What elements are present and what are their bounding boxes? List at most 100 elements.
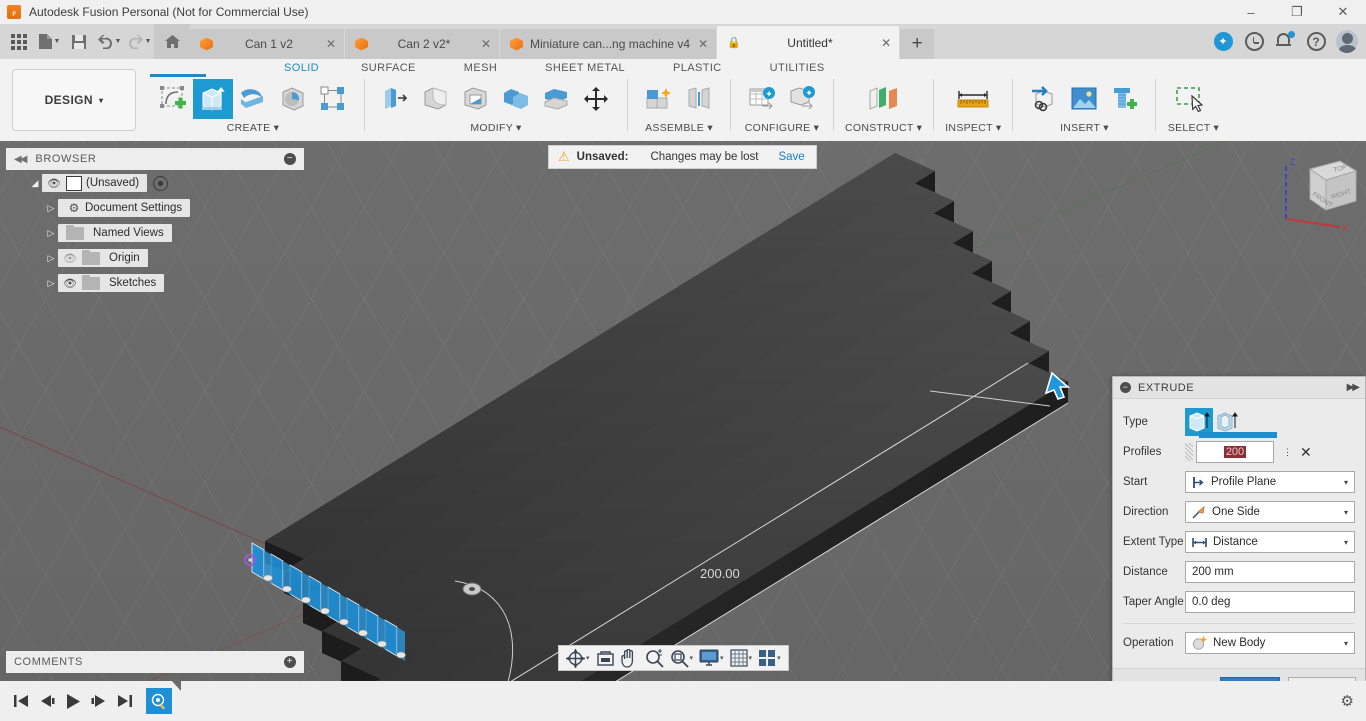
visibility-eye-icon[interactable]: 👁 (58, 277, 82, 290)
visibility-eye-icon[interactable]: 👁 (42, 177, 66, 190)
account-avatar[interactable] (1336, 30, 1358, 53)
joint-button[interactable] (679, 79, 719, 119)
create-panel-label[interactable]: CREATE ▾ (227, 122, 279, 134)
viewports-icon[interactable]: ▾ (756, 647, 783, 669)
chevron-down-icon[interactable]: ▾ (586, 654, 590, 662)
insert-canvas-button[interactable] (1064, 79, 1104, 119)
browser-item-unsaved[interactable]: ◢ 👁 (Unsaved) (6, 171, 304, 195)
timeline-marker[interactable] (170, 679, 181, 691)
play-button[interactable] (60, 686, 86, 716)
viewport-canvas[interactable]: 200.00 ◀◀ BROWSER − ◢ 👁 (Unsaved) ▷ ⚙ Do… (0, 141, 1366, 681)
browser-item-origin[interactable]: ▷ 👁 Origin (6, 246, 304, 270)
app-grid-icon[interactable] (4, 27, 34, 57)
doc-tab-3[interactable]: 🔒 Untitled* ✕ (717, 26, 900, 59)
drag-grip-icon[interactable] (1185, 443, 1193, 461)
save-icon[interactable] (64, 27, 94, 57)
chevron-down-icon[interactable]: ▾ (1344, 538, 1348, 547)
expander-icon[interactable]: ▷ (44, 253, 58, 264)
look-at-icon[interactable] (594, 647, 617, 669)
doc-tab-1[interactable]: Can 2 v2* ✕ (345, 29, 499, 59)
help-icon[interactable]: ? (1305, 31, 1327, 53)
extent-type-dropdown[interactable]: Distance ▾ (1185, 531, 1355, 553)
measure-button[interactable] (949, 79, 997, 119)
browser-item-named-views[interactable]: ▷ Named Views (6, 221, 304, 245)
profiles-menu-icon[interactable]: ⋮ (1283, 447, 1292, 456)
chevron-down-icon[interactable]: ▾ (720, 654, 724, 662)
create-sketch-button[interactable] (153, 79, 193, 119)
ribbon-tab-solid[interactable]: SOLID (274, 62, 329, 74)
insert-panel-label[interactable]: INSERT ▾ (1060, 122, 1109, 134)
extrude-dimension-label[interactable]: 200.00 (700, 566, 740, 581)
move-copy-button[interactable] (576, 79, 616, 119)
chevron-down-icon[interactable]: ▾ (1344, 508, 1348, 517)
operation-dropdown[interactable]: New Body ▾ (1185, 632, 1355, 654)
sketch-feature-node[interactable] (146, 679, 181, 714)
visibility-eye-off-icon[interactable]: 👁 (58, 252, 82, 265)
configure-part-button[interactable]: ✦ (782, 79, 822, 119)
new-file-icon[interactable]: ▼ (34, 27, 64, 57)
shell-button[interactable] (456, 79, 496, 119)
browser-item-sketches[interactable]: ▷ 👁 Sketches (6, 271, 304, 295)
dialog-expand-icon[interactable]: ▶▶ (1347, 382, 1360, 393)
doc-tab-close-icon[interactable]: ✕ (326, 38, 336, 50)
fillet-button[interactable] (416, 79, 456, 119)
distance-input[interactable]: 200 mm (1185, 561, 1355, 583)
add-comment-icon[interactable]: + (284, 656, 296, 668)
expander-icon[interactable]: ◢ (28, 178, 42, 189)
job-status-icon[interactable] (1243, 31, 1265, 53)
zoom-icon[interactable] (643, 647, 666, 669)
browser-minimize-icon[interactable]: − (284, 153, 296, 165)
fit-icon[interactable]: ▾ (668, 647, 696, 669)
configure-panel-label[interactable]: CONFIGURE ▾ (745, 122, 820, 134)
save-link[interactable]: Save (778, 151, 804, 163)
chevron-down-icon[interactable]: ▾ (690, 654, 694, 662)
profiles-clear-icon[interactable]: ✕ (1300, 444, 1312, 461)
minimize-button[interactable]: – (1228, 0, 1274, 24)
modify-panel-label[interactable]: MODIFY ▾ (470, 122, 521, 134)
extrude-dialog-header[interactable]: − EXTRUDE ▶▶ (1113, 377, 1365, 399)
start-dropdown[interactable]: Profile Plane ▾ (1185, 471, 1355, 493)
chevron-down-icon[interactable]: ▾ (1344, 478, 1348, 487)
configure-table-button[interactable]: ✦ (742, 79, 782, 119)
ribbon-tab-surface[interactable]: SURFACE (351, 62, 426, 74)
jump-start-button[interactable] (8, 686, 34, 716)
split-face-button[interactable] (536, 79, 576, 119)
chevron-down-icon[interactable]: ▾ (1344, 639, 1348, 648)
expander-icon[interactable]: ▷ (44, 228, 58, 239)
chevron-down-icon[interactable]: ▾ (749, 654, 753, 662)
collapse-arrows-icon[interactable]: ◀◀ (14, 154, 27, 165)
pattern-button[interactable] (313, 79, 353, 119)
expander-icon[interactable]: ▷ (44, 203, 58, 214)
doc-tab-close-icon[interactable]: ✕ (698, 38, 708, 50)
orbit-icon[interactable]: ▾ (564, 647, 592, 669)
select-panel-label[interactable]: SELECT ▾ (1168, 122, 1219, 134)
assemble-panel-label[interactable]: ASSEMBLE ▾ (645, 122, 713, 134)
offset-plane-button[interactable] (860, 79, 908, 119)
ribbon-tab-mesh[interactable]: MESH (454, 62, 507, 74)
construct-panel-label[interactable]: CONSTRUCT ▾ (845, 122, 922, 134)
extensions-icon[interactable]: ✦ (1212, 31, 1234, 53)
insert-mcmaster-button[interactable] (1104, 79, 1144, 119)
inspect-panel-label[interactable]: INSPECT ▾ (945, 122, 1001, 134)
profiles-input[interactable]: 200 (1196, 441, 1274, 463)
ribbon-tab-utilities[interactable]: UTILITIES (760, 62, 835, 74)
display-settings-icon[interactable]: ▾ (697, 647, 726, 669)
browser-header[interactable]: ◀◀ BROWSER − (6, 148, 304, 170)
step-forward-button[interactable] (86, 686, 112, 716)
doc-tab-close-icon[interactable]: ✕ (881, 37, 891, 49)
redo-icon[interactable]: ▼ (124, 27, 154, 57)
activate-component-icon[interactable] (153, 175, 169, 191)
expander-icon[interactable]: ▷ (44, 278, 58, 289)
ribbon-tab-sheet-metal[interactable]: SHEET METAL (535, 62, 635, 74)
comments-panel[interactable]: COMMENTS + (6, 651, 304, 673)
chevron-down-icon[interactable]: ▾ (777, 654, 781, 662)
new-component-button[interactable] (639, 79, 679, 119)
step-back-button[interactable] (34, 686, 60, 716)
sweep-button[interactable] (273, 79, 313, 119)
doc-tab-close-icon[interactable]: ✕ (481, 38, 491, 50)
doc-tab-2[interactable]: Miniature can...ng machine v4 ✕ (500, 29, 717, 59)
revolve-button[interactable] (233, 79, 273, 119)
notifications-icon[interactable] (1274, 31, 1296, 53)
doc-tab-0[interactable]: Can 1 v2 ✕ (190, 29, 344, 59)
undo-icon[interactable]: ▼ (94, 27, 124, 57)
